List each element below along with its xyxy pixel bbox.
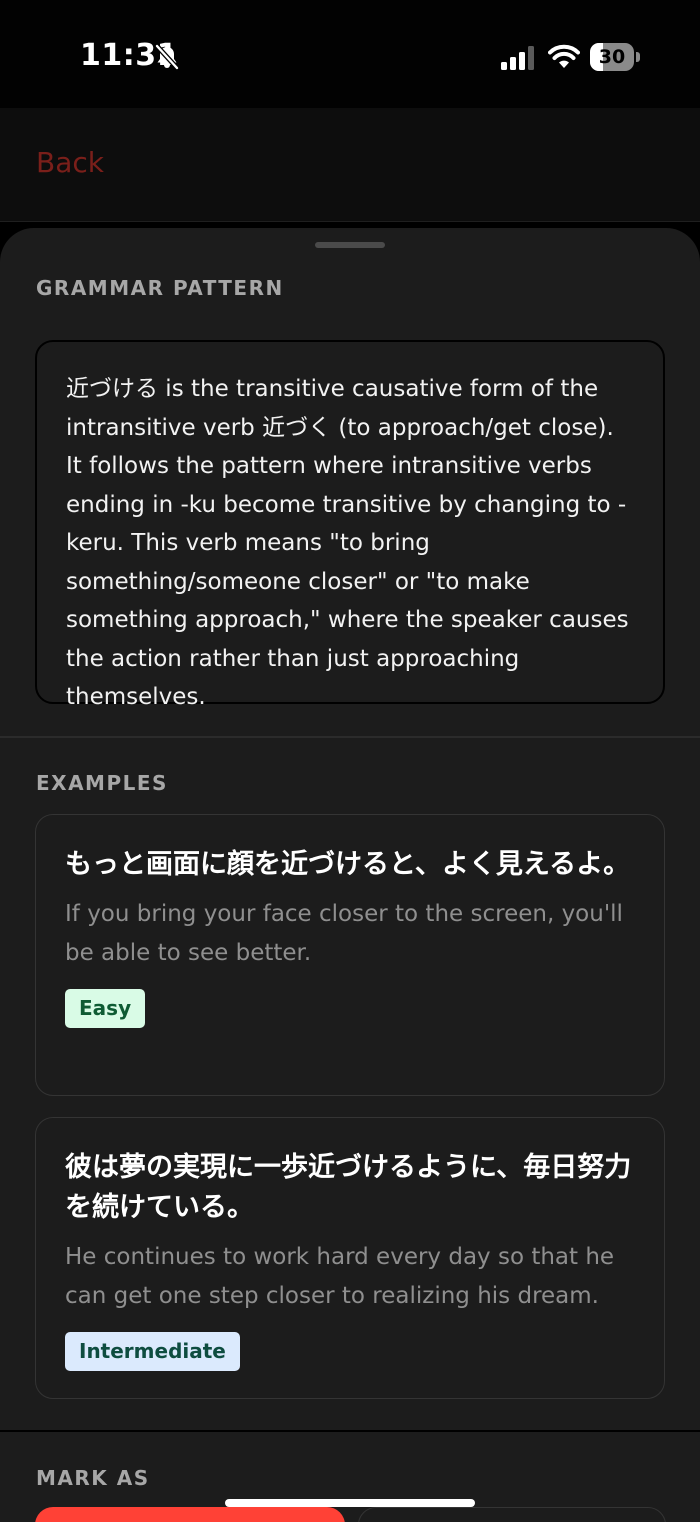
wifi-icon bbox=[548, 44, 580, 68]
example-card[interactable]: もっと画面に顔を近づけると、よく見えるよ。 If you bring your … bbox=[35, 814, 665, 1096]
example-japanese: もっと画面に顔を近づけると、よく見えるよ。 bbox=[65, 849, 631, 880]
mark-as-section-label: MARK AS bbox=[36, 1466, 150, 1490]
home-indicator bbox=[225, 1499, 475, 1507]
examples-section-label: EXAMPLES bbox=[36, 771, 168, 795]
status-bar: 11:31 30 bbox=[0, 0, 700, 108]
battery-level: 30 bbox=[598, 46, 626, 68]
grammar-description: 近づける is the transitive causative form of… bbox=[66, 376, 629, 710]
mark-as-primary-button[interactable] bbox=[35, 1507, 345, 1522]
grammar-section-label: GRAMMAR PATTERN bbox=[36, 276, 284, 300]
sheet-grabber[interactable] bbox=[315, 242, 385, 248]
grammar-pattern-card: 近づける is the transitive causative form of… bbox=[35, 340, 665, 710]
cellular-signal-icon bbox=[501, 46, 534, 70]
difficulty-badge: Easy bbox=[65, 989, 146, 1028]
nav-bar bbox=[0, 108, 700, 222]
example-card[interactable]: 彼は夢の実現に一歩近づけるように、毎日努力を続けている。 He continue… bbox=[35, 1117, 665, 1399]
section-divider bbox=[0, 736, 700, 738]
bell-slash-icon bbox=[155, 44, 179, 70]
example-japanese: 彼は夢の実現に一歩近づけるように、毎日努力を続けている。 bbox=[65, 1152, 632, 1223]
back-button[interactable]: Back bbox=[36, 146, 104, 179]
battery-icon: 30 bbox=[590, 43, 640, 71]
mark-as-secondary-button[interactable] bbox=[358, 1507, 666, 1522]
difficulty-badge: Intermediate bbox=[65, 1332, 240, 1371]
example-english: He continues to work hard every day so t… bbox=[65, 1244, 615, 1309]
example-english: If you bring your face closer to the scr… bbox=[65, 901, 623, 966]
detail-sheet: GRAMMAR PATTERN 近づける is the transitive c… bbox=[0, 228, 700, 1522]
